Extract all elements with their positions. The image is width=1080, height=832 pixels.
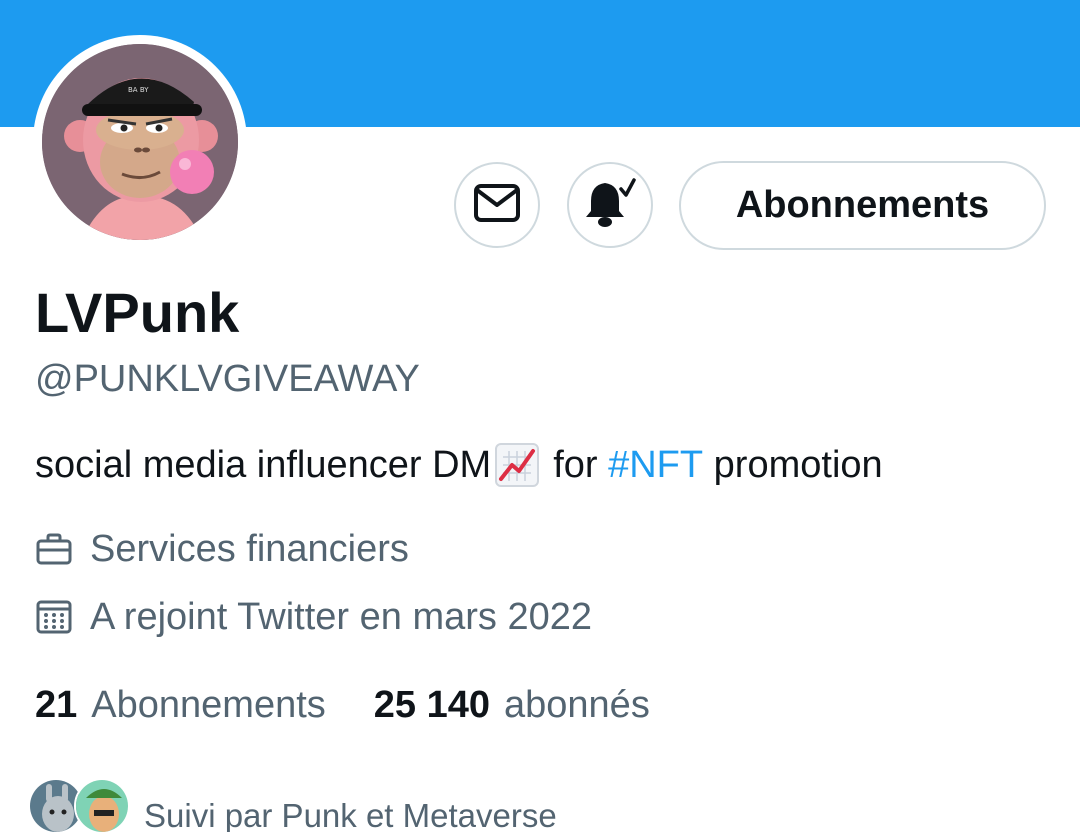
followers-label: abonnés xyxy=(504,684,650,726)
svg-text:BA BY: BA BY xyxy=(128,86,149,94)
followers-stat[interactable]: 25 140 abonnés xyxy=(374,682,650,728)
avatar-ring: BA BY xyxy=(33,35,247,249)
avatar[interactable]: BA BY xyxy=(42,44,238,240)
bio-text: promotion xyxy=(713,444,883,486)
hashtag-link[interactable]: #NFT xyxy=(608,441,703,489)
following-label: Abonnements xyxy=(91,684,326,726)
following-button[interactable]: Abonnements xyxy=(679,161,1046,250)
bio-text: social media influencer DM xyxy=(35,444,492,486)
profile-stats: 21 Abonnements 25 140 abonnés xyxy=(35,682,698,728)
mail-icon xyxy=(473,183,521,228)
bell-check-icon xyxy=(583,177,637,234)
followed-by-text: Suivi par Punk et Metaverse xyxy=(144,797,557,832)
category-text: Services financiers xyxy=(90,528,409,570)
following-stat[interactable]: 21 Abonnements xyxy=(35,682,326,728)
display-name: LVPunk xyxy=(35,281,240,344)
chart-increasing-icon xyxy=(495,443,540,487)
profile-join-date: A rejoint Twitter en mars 2022 xyxy=(35,594,592,640)
calendar-icon xyxy=(35,598,73,636)
profile-bio: social media influencer DM for #NFT prom… xyxy=(35,441,883,489)
follower-avatar xyxy=(74,778,130,832)
briefcase-icon xyxy=(35,530,73,568)
user-handle: @PUNKLVGIVEAWAY xyxy=(35,358,420,400)
followers-count: 25 140 xyxy=(373,684,491,726)
bio-text: for xyxy=(553,444,598,486)
followed-by[interactable]: Suivi par Punk et Metaverse xyxy=(28,776,557,832)
profile-page: BA BY Abonnements LVPunk @PUNKLVGIVEAWAY… xyxy=(0,0,1080,832)
message-button[interactable] xyxy=(454,162,540,248)
following-count: 21 xyxy=(35,684,78,726)
join-date-text: A rejoint Twitter en mars 2022 xyxy=(90,596,592,638)
notifications-button[interactable] xyxy=(567,162,653,248)
profile-category: Services financiers xyxy=(35,526,409,572)
